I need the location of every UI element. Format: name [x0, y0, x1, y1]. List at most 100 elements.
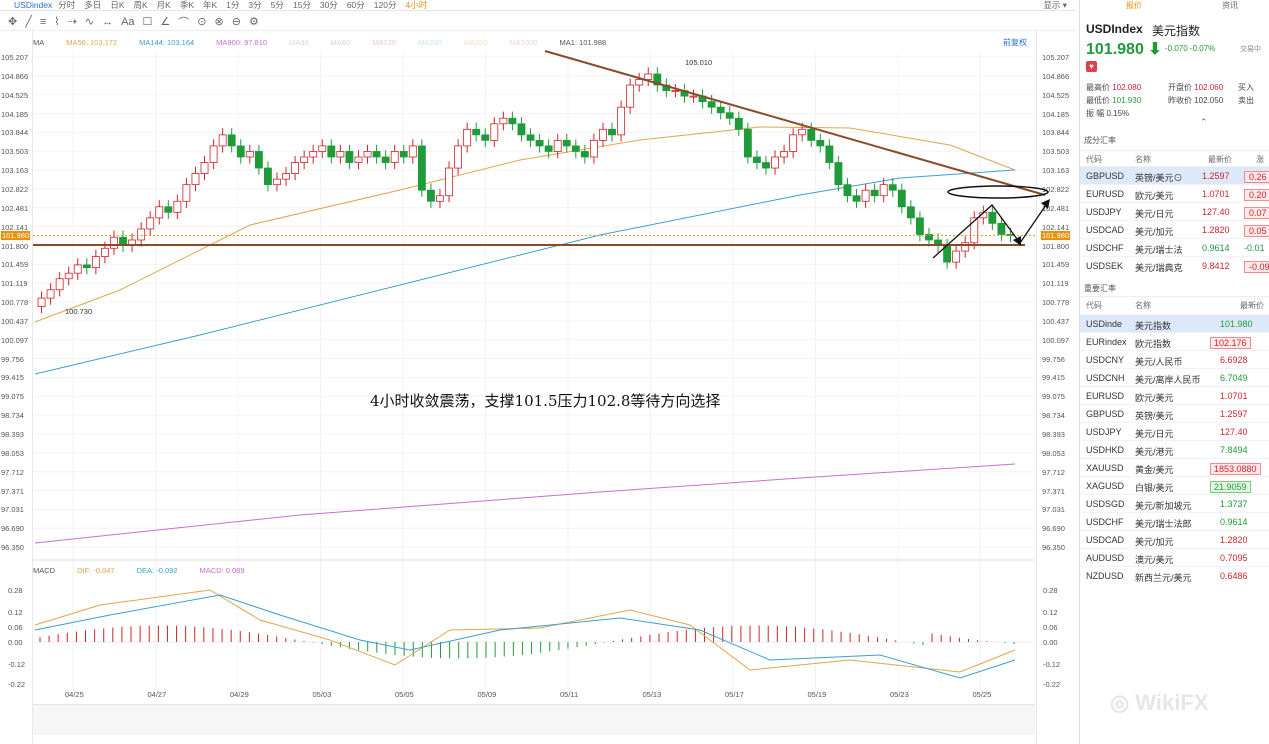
- collapse-chevron-icon[interactable]: ⌃: [1200, 117, 1208, 128]
- table-row[interactable]: AUDUSD 澳元/美元 0.7095: [1080, 548, 1269, 566]
- candle-body: [318, 145, 327, 152]
- candle-body: [879, 184, 888, 197]
- candle-body: [716, 106, 725, 114]
- quote-stat: 最高价 102.080: [1086, 83, 1142, 92]
- candle-body: [861, 189, 870, 202]
- candle-body: [64, 272, 73, 280]
- ma900-line: [34, 463, 1016, 544]
- table-row[interactable]: USDCAD 美元/加元 1.2820: [1080, 530, 1269, 548]
- table-row[interactable]: GBPUSD 英镑/美元 1.2597: [1080, 404, 1269, 422]
- candle-body: [345, 151, 354, 163]
- candle-body: [263, 167, 272, 186]
- candle-body: [182, 184, 191, 202]
- quote-price: 101.980 ⬇: [1086, 41, 1162, 58]
- time-scrollbar[interactable]: [33, 704, 1035, 735]
- candle-body: [762, 162, 770, 169]
- legend-item-1[interactable]: DIF: -0.047: [77, 566, 115, 575]
- candle-body: [490, 123, 499, 141]
- quote-stat: 买入: [1238, 83, 1254, 92]
- candle-body: [463, 128, 472, 147]
- candle-body: [227, 134, 236, 147]
- legend-item-2[interactable]: DEA: -0.092: [137, 566, 178, 575]
- table-row[interactable]: GBPUSD 英镑/美元⊙ 1.2597 0.26: [1080, 166, 1269, 184]
- date-tick: 04/25: [65, 690, 84, 699]
- table-row[interactable]: USDCNH 美元/离岸人民币 6.7049: [1080, 368, 1269, 386]
- table-row[interactable]: USDCHF 美元/瑞士法 0.9614 -0.01: [1080, 238, 1269, 256]
- table-row[interactable]: USDHKD 美元/港元 7.8494: [1080, 440, 1269, 458]
- table-row[interactable]: EURindex 欧元指数 102.176: [1080, 332, 1269, 350]
- quote-stat: 昨收价 102.050: [1168, 96, 1224, 105]
- candle-body: [644, 73, 653, 80]
- candle-body: [390, 151, 399, 163]
- tab-quote[interactable]: 报价: [1126, 0, 1142, 10]
- candle-body: [752, 156, 761, 163]
- date-tick: 05/23: [890, 690, 909, 699]
- quote-stat: 卖出: [1238, 96, 1254, 105]
- candle-body: [617, 106, 626, 136]
- table-row[interactable]: XAUUSD 黄金/美元 1853.0880: [1080, 458, 1269, 476]
- candle-body: [254, 151, 263, 169]
- candle-body: [426, 189, 435, 202]
- candle-body: [626, 84, 635, 108]
- candle-body: [725, 112, 734, 119]
- candle-body: [771, 156, 779, 169]
- candle-body: [508, 117, 517, 125]
- table-row[interactable]: USDSGD 美元/新加坡元 1.3737: [1080, 494, 1269, 512]
- candle-body: [46, 289, 55, 299]
- tab-news[interactable]: 资讯: [1222, 0, 1238, 10]
- table-row[interactable]: USDSEK 美元/瑞典克 9.8412 -0.09: [1080, 256, 1269, 274]
- trading-status: 交易中: [1240, 46, 1261, 53]
- table-row[interactable]: USDCAD 美元/加元 1.2820 0.05: [1080, 220, 1269, 238]
- candle-body: [399, 151, 408, 158]
- candle-body: [363, 151, 372, 158]
- table-row[interactable]: XAGUSD 白银/美元 21.9059: [1080, 476, 1269, 494]
- date-tick: 05/09: [477, 690, 497, 699]
- price-chart[interactable]: [0, 0, 1078, 744]
- candle-body: [291, 162, 300, 174]
- candle-body: [562, 139, 571, 147]
- table-row[interactable]: USDCNY 美元/人民币 6.6928: [1080, 350, 1269, 368]
- table-row[interactable]: EURUSD 欧元/美元 1.0701: [1080, 386, 1269, 404]
- candle-body: [589, 139, 598, 158]
- quote-name: 美元指数: [1152, 24, 1201, 38]
- candle-body: [571, 145, 580, 152]
- heart-icon[interactable]: ♥: [1086, 61, 1097, 72]
- candle-body: [282, 173, 290, 180]
- candle-body: [300, 156, 309, 163]
- candle-body: [481, 134, 490, 141]
- candle-body: [336, 151, 345, 158]
- candle-body: [671, 90, 680, 92]
- table-row[interactable]: EURUSD 欧元/美元 1.0701 0.20: [1080, 184, 1269, 202]
- quote-stat: 振 幅 0.15%: [1086, 109, 1130, 118]
- table-row[interactable]: USDinde 美元指数 101.980: [1080, 314, 1269, 332]
- table-row[interactable]: USDJPY 美元/日元 127.40 0.07: [1080, 202, 1269, 220]
- date-tick: 04/29: [230, 690, 249, 699]
- date-axis: 04/25 04/27 04/29 05/03 05/05 05/09 05/11 05/13…: [33, 690, 1035, 702]
- date-tick: 05/17: [725, 690, 744, 699]
- candle-body: [870, 189, 879, 197]
- candle-body: [173, 200, 182, 213]
- section-important: 重要汇率: [1084, 284, 1116, 293]
- date-tick: 05/19: [807, 690, 827, 699]
- date-tick: 05/05: [395, 690, 414, 699]
- candle-body: [816, 139, 825, 147]
- candle-body: [191, 173, 200, 186]
- candle-body: [897, 189, 906, 208]
- candle-body: [436, 195, 444, 202]
- candle-body: [82, 264, 91, 269]
- candle-body: [381, 156, 390, 163]
- quote-symbol: USDIndex: [1086, 22, 1143, 36]
- candle-body: [309, 151, 318, 158]
- legend-item-0[interactable]: MACD: [33, 566, 55, 575]
- candle-body: [553, 139, 562, 152]
- candle-body: [218, 134, 227, 147]
- legend-item-3[interactable]: MACD: 0.089: [199, 566, 244, 575]
- table-row[interactable]: USDJPY 美元/日元 127.40: [1080, 422, 1269, 440]
- candle-body: [273, 178, 281, 186]
- table-row[interactable]: NZDUSD 新西兰元/美元 0.6486: [1080, 566, 1269, 584]
- candle-body: [110, 236, 118, 249]
- candle-body: [499, 117, 508, 125]
- table-row[interactable]: USDCHF 美元/瑞士法郎 0.9614: [1080, 512, 1269, 530]
- table1-header: 代码名称最新价涨跌幅: [1080, 150, 1269, 186]
- candle-body: [544, 145, 553, 152]
